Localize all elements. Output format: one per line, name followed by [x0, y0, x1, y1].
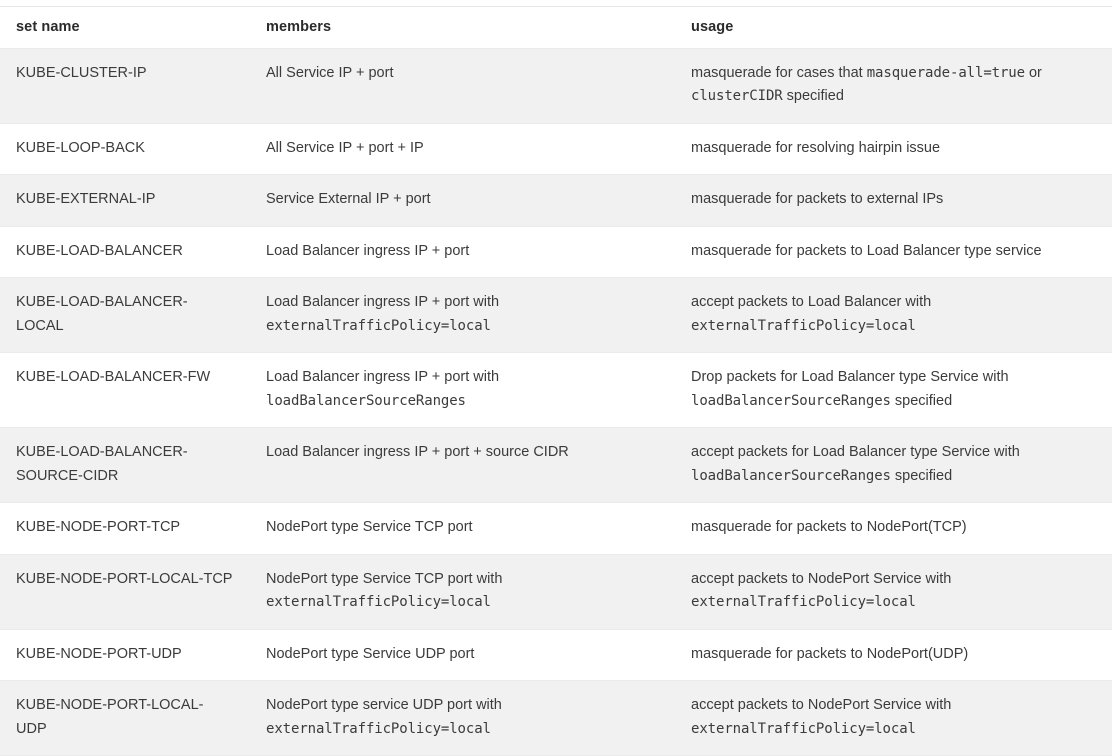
cell-set-name: KUBE-NODE-PORT-UDP: [0, 629, 250, 682]
cell-usage: accept packets to Load Balancer with ext…: [675, 277, 1112, 354]
cell-usage: accept packets to NodePort Service with …: [675, 680, 1112, 756]
cell-set-name: KUBE-LOAD-BALANCER-LOCAL: [0, 277, 250, 354]
column-header-usage: usage: [675, 6, 1112, 49]
cell-usage: masquerade for packets to external IPs: [675, 174, 1112, 227]
cell-set-name: KUBE-LOAD-BALANCER: [0, 226, 250, 279]
cell-set-name: KUBE-EXTERNAL-IP: [0, 174, 250, 227]
cell-members: Load Balancer ingress IP + port: [250, 226, 675, 279]
cell-set-name: KUBE-LOAD-BALANCER-FW: [0, 352, 250, 429]
column-header-set-name: set name: [0, 6, 250, 49]
cell-set-name: KUBE-NODE-PORT-TCP: [0, 502, 250, 555]
cell-members: NodePort type Service TCP port: [250, 502, 675, 555]
cell-usage: Drop packets for Load Balancer type Serv…: [675, 352, 1112, 429]
table-row: KUBE-LOOP-BACK All Service IP + port + IP…: [0, 123, 1112, 176]
cell-set-name: KUBE-NODE-PORT-LOCAL-UDP: [0, 680, 250, 756]
cell-usage: accept packets for Load Balancer type Se…: [675, 427, 1112, 504]
cell-members: NodePort type Service UDP port: [250, 629, 675, 682]
cell-members: Load Balancer ingress IP + port with ext…: [250, 277, 675, 354]
table-row: KUBE-NODE-PORT-LOCAL-UDP NodePort type se…: [0, 680, 1112, 756]
cell-usage: masquerade for packets to NodePort(TCP): [675, 502, 1112, 555]
inline-code: externalTrafficPolicy=local: [266, 317, 491, 334]
table-row: KUBE-CLUSTER-IP All Service IP + port masq…: [0, 48, 1112, 124]
cell-set-name: KUBE-LOAD-BALANCER-SOURCE-CIDR: [0, 427, 250, 504]
table-header-row: set name members usage: [0, 6, 1112, 49]
column-header-members: members: [250, 6, 675, 49]
cell-set-name: KUBE-NODE-PORT-LOCAL-TCP: [0, 554, 250, 630]
cell-members: Load Balancer ingress IP + port with loa…: [250, 352, 675, 429]
table-row: KUBE-NODE-PORT-LOCAL-TCP NodePort type Se…: [0, 554, 1112, 630]
inline-code: externalTrafficPolicy=local: [691, 594, 916, 611]
table-header: set name members usage: [0, 6, 1112, 49]
inline-code: loadBalancerSourceRanges: [691, 392, 891, 409]
table-row: KUBE-NODE-PORT-UDP NodePort type Service …: [0, 629, 1112, 682]
cell-usage: masquerade for cases that masquerade-all…: [675, 48, 1112, 124]
inline-code: externalTrafficPolicy=local: [691, 317, 916, 334]
cell-usage: masquerade for packets to Load Balancer …: [675, 226, 1112, 279]
cell-set-name: KUBE-LOOP-BACK: [0, 123, 250, 176]
table-row: KUBE-LOAD-BALANCER Load Balancer ingress …: [0, 226, 1112, 279]
table-row: KUBE-LOAD-BALANCER-LOCAL Load Balancer in…: [0, 277, 1112, 354]
cell-members: Load Balancer ingress IP + port + source…: [250, 427, 675, 504]
cell-members: All Service IP + port: [250, 48, 675, 124]
inline-code: externalTrafficPolicy=local: [266, 720, 491, 737]
cell-members: All Service IP + port + IP: [250, 123, 675, 176]
inline-code: clusterCIDR: [691, 88, 783, 105]
cell-usage: accept packets to NodePort Service with …: [675, 554, 1112, 630]
table-row: KUBE-LOAD-BALANCER-SOURCE-CIDR Load Balan…: [0, 427, 1112, 504]
cell-set-name: KUBE-CLUSTER-IP: [0, 48, 250, 124]
inline-code: masquerade-all=true: [866, 65, 1025, 81]
table-row: KUBE-EXTERNAL-IP Service External IP + po…: [0, 174, 1112, 227]
cell-members: NodePort type service UDP port with exte…: [250, 680, 675, 756]
inline-code: loadBalancerSourceRanges: [266, 392, 466, 409]
kube-proxy-ipset-table: set name members usage KUBE-CLUSTER-IP Al…: [0, 6, 1112, 756]
inline-code: externalTrafficPolicy=local: [691, 720, 916, 737]
table-body: KUBE-CLUSTER-IP All Service IP + port masq…: [0, 48, 1112, 756]
inline-code: loadBalancerSourceRanges: [691, 467, 891, 484]
cell-usage: masquerade for packets to NodePort(UDP): [675, 629, 1112, 682]
table-row: KUBE-LOAD-BALANCER-FW Load Balancer ingre…: [0, 352, 1112, 429]
cell-members: Service External IP + port: [250, 174, 675, 227]
cell-members: NodePort type Service TCP port with exte…: [250, 554, 675, 630]
cell-usage: masquerade for resolving hairpin issue: [675, 123, 1112, 176]
table-row: KUBE-NODE-PORT-TCP NodePort type Service …: [0, 502, 1112, 555]
inline-code: externalTrafficPolicy=local: [266, 594, 491, 611]
